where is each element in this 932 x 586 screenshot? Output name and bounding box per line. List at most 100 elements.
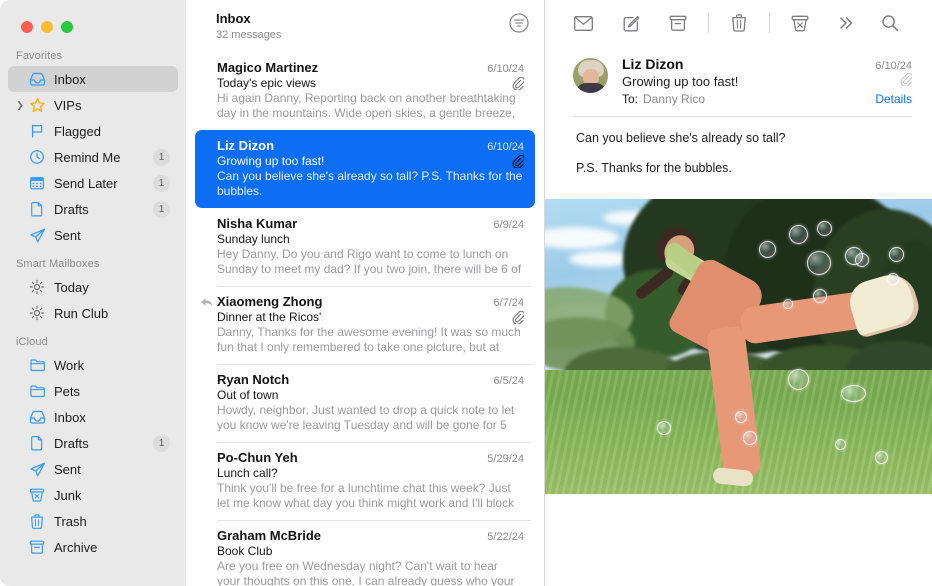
unread-badge: 1 <box>153 201 170 218</box>
compose-button[interactable] <box>614 9 647 37</box>
sidebar-item-label: Drafts <box>54 202 153 217</box>
junk-bin-icon <box>27 487 47 503</box>
sidebar: Favorites Inbox ❯ VIPs Flagged Remind Me <box>0 0 186 586</box>
attachment-icon <box>900 73 912 86</box>
search-icon[interactable] <box>873 9 906 37</box>
sidebar-item-flagged[interactable]: Flagged <box>8 118 178 144</box>
sidebar-item-work[interactable]: Work <box>8 352 178 378</box>
message-header: Liz Dizon 6/10/24 Growing up too fast! T… <box>545 46 932 106</box>
message-list-item[interactable]: Graham McBride 5/22/24 Book Club Are you… <box>195 520 535 586</box>
sidebar-item-label: Today <box>54 280 170 295</box>
message-list-item[interactable]: Nisha Kumar 6/9/24 Sunday lunch Hey Dann… <box>195 208 535 286</box>
message-list-item[interactable]: Magico Martinez 6/10/24 Today's epic vie… <box>195 52 535 130</box>
folder-icon <box>27 383 47 399</box>
sidebar-item-label: Flagged <box>54 124 170 139</box>
document-icon <box>27 435 47 451</box>
recipient-row: To:Danny Rico <box>622 92 705 106</box>
delete-button[interactable] <box>722 9 755 37</box>
folder-icon <box>27 357 47 373</box>
sidebar-item-sent[interactable]: Sent <box>8 222 178 248</box>
to-value: Danny Rico <box>643 92 705 106</box>
sidebar-item-junk[interactable]: Junk <box>8 482 178 508</box>
disclosure-triangle-icon[interactable]: ❯ <box>14 100 26 111</box>
sidebar-item-run-club[interactable]: Run Club <box>8 300 178 326</box>
sidebar-item-label: Pets <box>54 384 170 399</box>
message-sender: Xiaomeng Zhong <box>217 294 322 309</box>
calendar-icon <box>27 175 47 191</box>
message-date: 5/22/24 <box>479 531 524 543</box>
message-sender: Graham McBride <box>217 528 321 543</box>
sidebar-item-label: Run Club <box>54 306 170 321</box>
message-date: 6/10/24 <box>479 141 524 153</box>
archive-icon <box>27 539 47 555</box>
message-list-item[interactable]: Liz Dizon 6/10/24 Growing up too fast! C… <box>195 130 535 208</box>
message-sender: Po-Chun Yeh <box>217 450 298 465</box>
sidebar-section-title: Favorites <box>0 38 186 66</box>
clock-icon <box>27 149 47 165</box>
sidebar-item-archive[interactable]: Archive <box>8 534 178 560</box>
message-subject: Sunday lunch <box>217 232 290 246</box>
photo-girl-kicking-with-bubbles-in-garden[interactable] <box>545 199 932 494</box>
unread-badge: 1 <box>153 149 170 166</box>
replied-icon <box>200 296 213 308</box>
flag-icon <box>27 123 47 139</box>
close-button[interactable] <box>21 21 33 33</box>
archive-button[interactable] <box>661 9 694 37</box>
sidebar-item-label: Sent <box>54 462 170 477</box>
message-date: 5/29/24 <box>479 453 524 465</box>
sidebar-item-remind-me[interactable]: Remind Me 1 <box>8 144 178 170</box>
sidebar-item-label: Send Later <box>54 176 153 191</box>
sidebar-item-today[interactable]: Today <box>8 274 178 300</box>
message-preview: Are you free on Wednesday night? Can't w… <box>217 559 524 586</box>
details-link[interactable]: Details <box>875 92 912 106</box>
mail-window: Favorites Inbox ❯ VIPs Flagged Remind Me <box>0 0 932 586</box>
message-preview: Hey Danny, Do you and Rigo want to come … <box>217 247 524 277</box>
minimize-button[interactable] <box>41 21 53 33</box>
message-sender: Liz Dizon <box>217 138 274 153</box>
message-list-pane: Inbox 32 messages Magico Martinez 6/10/2… <box>186 0 545 586</box>
sidebar-section-title: Smart Mailboxes <box>0 248 186 274</box>
mailbox-title: Inbox <box>216 11 530 26</box>
message-date: 6/7/24 <box>485 297 524 309</box>
unread-badge: 1 <box>153 175 170 192</box>
message-body: Can you believe she's already so tall?P.… <box>545 117 932 177</box>
gear-icon <box>27 279 47 295</box>
reading-pane: Liz Dizon 6/10/24 Growing up too fast! T… <box>545 0 932 586</box>
message-list-item[interactable]: Po-Chun Yeh 5/29/24 Lunch call? Think yo… <box>195 442 535 520</box>
paper-plane-icon <box>27 461 47 478</box>
message-list-item[interactable]: Ryan Notch 6/5/24 Out of town Howdy, nei… <box>195 364 535 442</box>
sidebar-item-vips[interactable]: ❯ VIPs <box>8 92 178 118</box>
zoom-button[interactable] <box>61 21 73 33</box>
sidebar-item-drafts[interactable]: Drafts 1 <box>8 430 178 456</box>
filter-icon[interactable] <box>508 12 530 34</box>
junk-button[interactable] <box>783 9 816 37</box>
window-controls <box>0 0 186 38</box>
sidebar-item-label: Sent <box>54 228 170 243</box>
sidebar-item-label: Remind Me <box>54 150 153 165</box>
message-subject: Out of town <box>217 388 278 402</box>
gear-icon <box>27 305 47 321</box>
inbox-icon <box>27 71 47 88</box>
sidebar-item-pets[interactable]: Pets <box>8 378 178 404</box>
attachment-icon <box>512 311 524 324</box>
sidebar-item-trash[interactable]: Trash <box>8 508 178 534</box>
message-list-item[interactable]: Xiaomeng Zhong 6/7/24 Dinner at the Rico… <box>195 286 535 364</box>
sidebar-item-label: Inbox <box>54 72 170 87</box>
sidebar-item-inbox[interactable]: Inbox <box>8 404 178 430</box>
body-paragraph: Can you believe she's already so tall? <box>576 130 912 147</box>
message-date: 6/10/24 <box>479 63 524 75</box>
mark-unread-button[interactable] <box>567 9 600 37</box>
paper-plane-icon <box>27 227 47 244</box>
sidebar-item-send-later[interactable]: Send Later 1 <box>8 170 178 196</box>
sidebar-item-drafts[interactable]: Drafts 1 <box>8 196 178 222</box>
message-sender: Ryan Notch <box>217 372 289 387</box>
sidebar-item-inbox[interactable]: Inbox <box>8 66 178 92</box>
message-preview: Think you'll be free for a lunchtime cha… <box>217 481 524 511</box>
chevron-double-right-icon[interactable] <box>830 9 863 37</box>
message-subject: Dinner at the Ricos' <box>217 310 321 324</box>
reader-toolbar <box>545 0 932 46</box>
message-subject: Today's epic views <box>217 76 316 90</box>
trash-icon <box>27 513 47 530</box>
sidebar-item-sent[interactable]: Sent <box>8 456 178 482</box>
reader-bottom-space <box>545 494 932 586</box>
